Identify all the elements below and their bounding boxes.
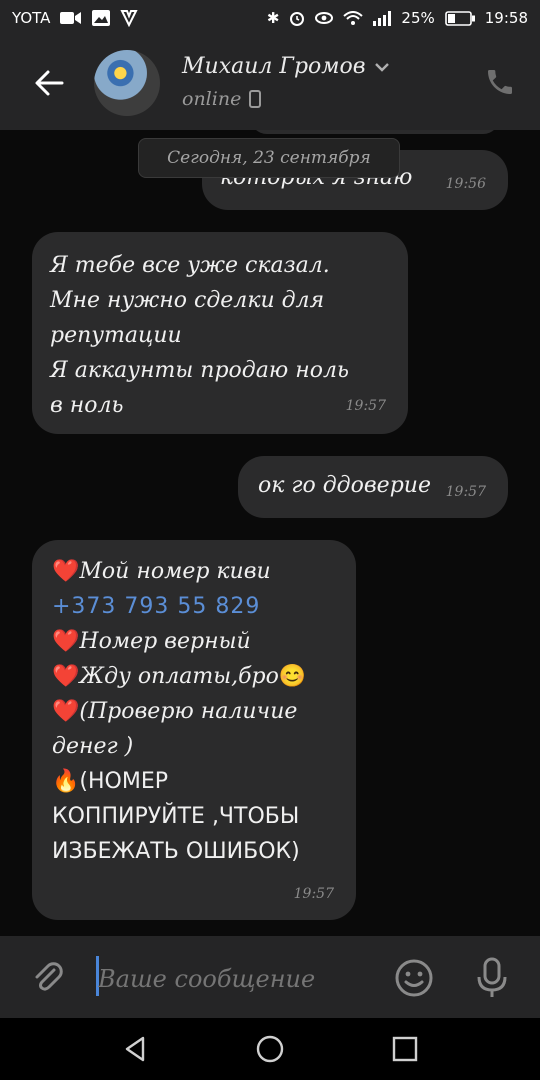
alarm-icon bbox=[290, 12, 305, 26]
message-line: репутации bbox=[50, 323, 182, 348]
nav-home-icon[interactable] bbox=[255, 1034, 285, 1064]
battery-percent: 25% bbox=[401, 9, 435, 27]
carrier-label: YOTA bbox=[12, 9, 51, 27]
mobile-device-icon bbox=[249, 90, 262, 108]
bluetooth-icon: ✱ bbox=[266, 9, 280, 27]
message-text: ок го ддоверие bbox=[258, 473, 431, 498]
cut-off-bubble bbox=[250, 130, 500, 134]
nav-recents-icon[interactable] bbox=[390, 1034, 420, 1064]
online-status-label: online bbox=[182, 88, 242, 110]
video-call-icon bbox=[60, 12, 82, 24]
heart-emoji-icon: ❤️ bbox=[52, 699, 80, 724]
message-bubble-incoming[interactable]: Я тебе все уже сказал. Мне нужно сделки … bbox=[32, 232, 408, 434]
message-line: Я аккаунты продаю ноль bbox=[50, 358, 349, 383]
eye-icon bbox=[315, 12, 334, 24]
message-line-text: Жду оплаты,бро bbox=[79, 664, 279, 689]
phone-number-link[interactable]: +373 793 55 829 bbox=[52, 589, 336, 624]
heart-emoji-icon: ❤️ bbox=[52, 559, 80, 584]
message-bubble-incoming[interactable]: ❤️Мой номер киви +373 793 55 829 ❤️Номер… bbox=[32, 540, 356, 920]
chevron-down-icon[interactable] bbox=[374, 62, 390, 72]
wifi-icon bbox=[343, 10, 364, 25]
system-nav-bar bbox=[0, 1018, 540, 1080]
gallery-icon bbox=[92, 10, 111, 26]
message-time: 19:57 bbox=[345, 398, 386, 414]
message-line: ❤️Жду оплаты,бро😊 bbox=[52, 659, 336, 694]
smiling-face-emoji-icon: 😊 bbox=[278, 664, 307, 689]
message-list[interactable]: которых я знаю 19:56 Сегодня, 23 сентябр… bbox=[0, 130, 540, 936]
message-line: ❤️Мой номер киви bbox=[52, 554, 336, 589]
message-line-text: (НОМЕР bbox=[79, 769, 168, 794]
message-bubble-outgoing[interactable]: ок го ддоверие 19:57 bbox=[238, 456, 508, 518]
chat-header: Михаил Громов online bbox=[0, 36, 540, 130]
message-line-text: Номер верный bbox=[79, 629, 251, 654]
message-line: ❤️Номер верный bbox=[52, 624, 336, 659]
contact-name-label: Михаил Громов bbox=[182, 54, 366, 79]
message-time: 19:57 bbox=[293, 886, 334, 902]
heart-emoji-icon: ❤️ bbox=[52, 629, 80, 654]
status-bar: YOTA ✱ 25% 19:58 bbox=[0, 0, 540, 36]
message-line: КОППИРУЙТЕ ,ЧТОБЫ bbox=[52, 804, 300, 829]
emoji-icon[interactable] bbox=[394, 958, 434, 998]
contact-name[interactable]: Михаил Громов bbox=[182, 54, 390, 79]
fire-emoji-icon: 🔥 bbox=[52, 769, 80, 794]
message-line-text: Мой номер киви bbox=[79, 559, 271, 584]
back-arrow-icon[interactable] bbox=[32, 66, 66, 100]
message-line: в ноль bbox=[50, 393, 124, 418]
battery-icon bbox=[444, 10, 475, 26]
heart-emoji-icon: ❤️ bbox=[52, 664, 80, 689]
phone-call-icon[interactable] bbox=[484, 66, 516, 98]
message-line-text: (Проверю наличие bbox=[79, 699, 298, 724]
avatar[interactable] bbox=[94, 50, 160, 116]
message-input[interactable] bbox=[96, 958, 370, 1000]
date-separator: Сегодня, 23 сентября bbox=[138, 138, 400, 178]
online-status: online bbox=[182, 88, 262, 110]
message-line: ❤️(Проверю наличие bbox=[52, 694, 336, 729]
microphone-icon[interactable] bbox=[472, 956, 512, 1000]
message-line: 🔥(НОМЕР bbox=[52, 764, 336, 799]
message-composer bbox=[0, 936, 540, 1018]
paperclip-icon[interactable] bbox=[28, 958, 66, 996]
nav-back-icon[interactable] bbox=[121, 1034, 151, 1064]
message-line: Мне нужно сделки для bbox=[50, 288, 325, 313]
message-line: ИЗБЕЖАТЬ ОШИБОК) bbox=[52, 839, 300, 864]
message-time: 19:56 bbox=[445, 176, 486, 192]
message-line: денег ) bbox=[52, 734, 134, 759]
vk-notification-icon bbox=[120, 10, 139, 27]
message-time: 19:57 bbox=[445, 484, 486, 500]
message-line: Я тебе все уже сказал. bbox=[50, 253, 330, 278]
signal-icon bbox=[373, 10, 392, 26]
clock: 19:58 bbox=[484, 9, 528, 27]
